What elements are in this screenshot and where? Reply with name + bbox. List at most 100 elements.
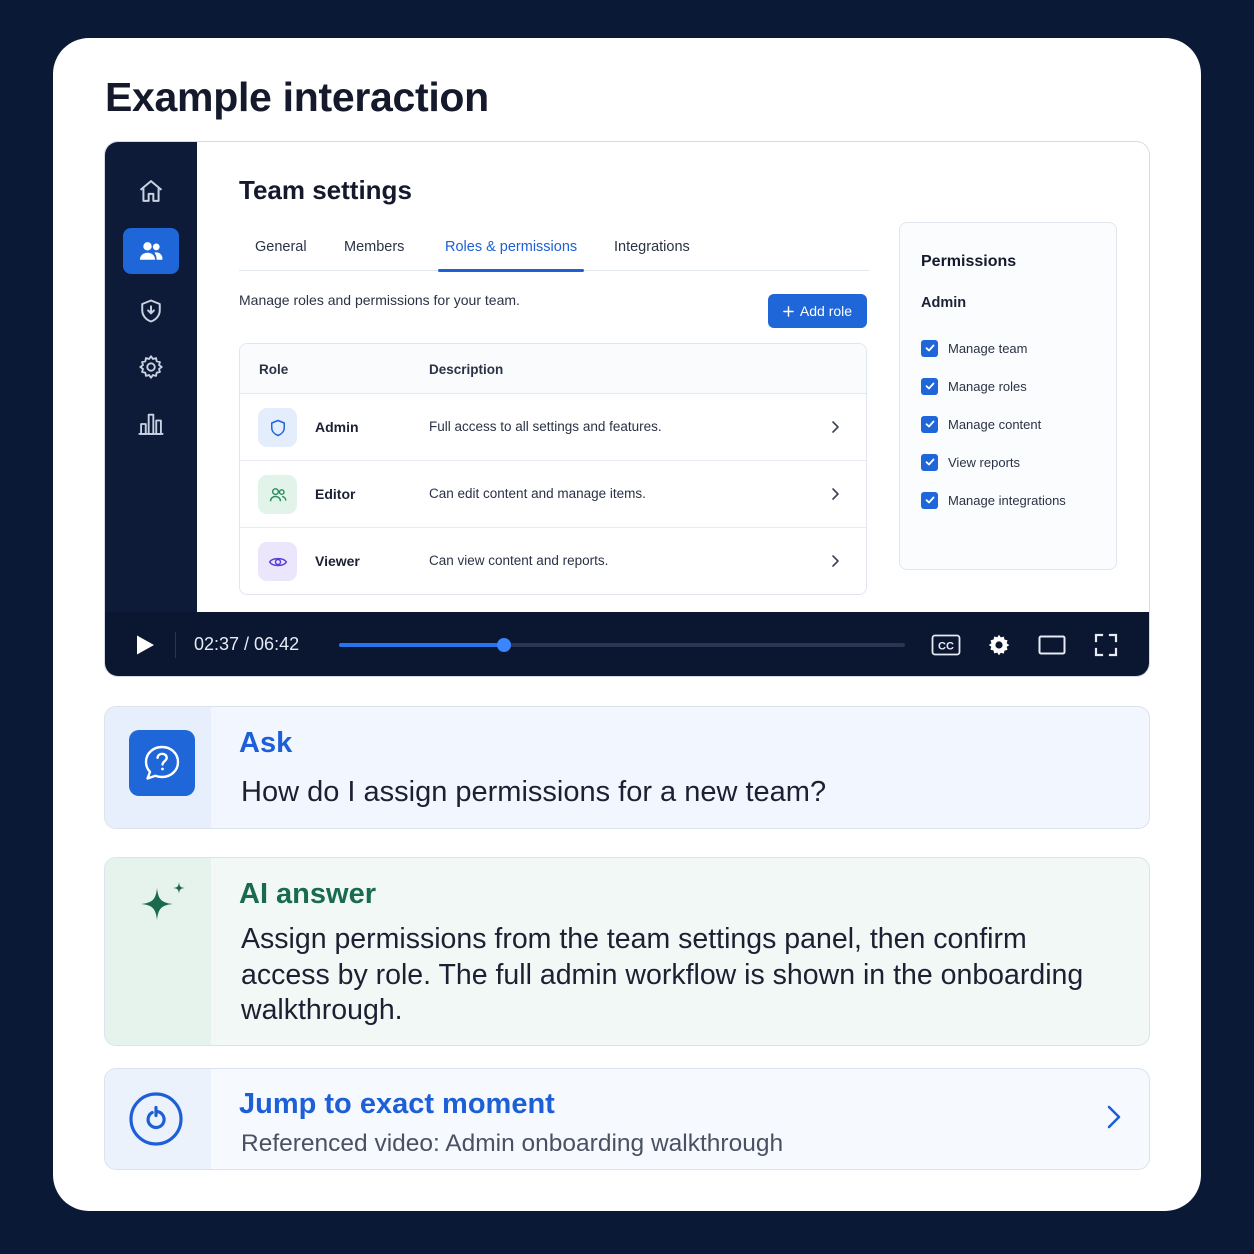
add-role-label: Add role xyxy=(799,303,853,319)
check-icon xyxy=(925,458,934,466)
tab-integrations[interactable]: Integrations xyxy=(614,239,690,255)
gear-icon xyxy=(988,634,1010,656)
sidebar-item-home[interactable] xyxy=(123,168,179,214)
role-name: Editor xyxy=(315,486,356,502)
settings-tabs: General Members Roles & permissions Inte… xyxy=(239,225,869,272)
checkbox[interactable] xyxy=(921,453,938,471)
scrubber-handle[interactable] xyxy=(496,638,511,652)
role-name: Admin xyxy=(315,419,359,435)
ai-answer-card: AI answer Assign permissions from the te… xyxy=(104,857,1150,1046)
permission-manage-content[interactable]: Manage content xyxy=(921,415,1041,433)
users-icon xyxy=(139,242,163,260)
chevron-right-icon xyxy=(832,421,839,433)
fullscreen-button[interactable] xyxy=(1091,632,1121,658)
checkbox[interactable] xyxy=(921,491,938,509)
playback-time: 02:37 / 06:42 xyxy=(194,634,300,654)
tab-members[interactable]: Members xyxy=(344,239,404,255)
table-row[interactable]: Admin Full access to all settings and fe… xyxy=(240,394,866,461)
permission-view-reports[interactable]: View reports xyxy=(921,453,1020,471)
bar-chart-icon xyxy=(138,413,164,435)
sparkle-icon xyxy=(141,882,185,920)
chevron-right-icon xyxy=(832,488,839,500)
users-icon xyxy=(269,487,286,501)
cc-label: CC xyxy=(938,641,954,653)
checkbox[interactable] xyxy=(921,339,938,357)
captions-button[interactable]: CC xyxy=(931,632,961,658)
check-icon xyxy=(925,382,934,390)
ask-card: Ask How do I assign permissions for a ne… xyxy=(104,706,1150,829)
team-settings-app: Team settings General Members Roles & pe… xyxy=(197,142,1149,612)
tab-roles-permissions[interactable]: Roles & permissions xyxy=(445,239,577,255)
tab-general[interactable]: General xyxy=(255,239,307,255)
sidebar-item-analytics[interactable] xyxy=(123,401,179,447)
sidebar-item-security[interactable] xyxy=(123,288,179,334)
permission-manage-roles[interactable]: Manage roles xyxy=(921,377,1027,395)
permission-label: Manage roles xyxy=(948,378,1027,394)
roles-table: Role Description Admin Full access to al… xyxy=(239,343,867,595)
role-icon-admin xyxy=(258,408,297,447)
ask-question: How do I assign permissions for a new te… xyxy=(241,776,827,808)
progress-bar[interactable] xyxy=(339,638,905,652)
plus-icon xyxy=(783,305,794,317)
chevron-right-icon[interactable] xyxy=(1103,1102,1125,1132)
permission-manage-integrations[interactable]: Manage integrations xyxy=(921,491,1066,509)
permission-label: Manage content xyxy=(948,416,1042,432)
app-title: Team settings xyxy=(239,175,412,205)
answer-heading: AI answer xyxy=(239,878,376,910)
permission-label: View reports xyxy=(948,454,1021,470)
app-sidebar xyxy=(105,142,197,612)
closed-captions-icon: CC xyxy=(931,634,961,656)
sidebar-item-team[interactable] xyxy=(123,228,179,274)
referenced-video: Referenced video: Admin onboarding walkt… xyxy=(241,1130,784,1157)
role-description: Full access to all settings and features… xyxy=(429,419,662,434)
role-icon-viewer xyxy=(258,542,297,581)
shield-icon xyxy=(141,299,161,323)
checkbox[interactable] xyxy=(921,415,938,433)
chevron-right-icon xyxy=(832,555,839,567)
role-icon-editor xyxy=(258,475,297,514)
permissions-role: Admin xyxy=(921,295,967,311)
permissions-panel: Permissions Admin Manage team Manage rol… xyxy=(899,222,1117,570)
fullscreen-icon xyxy=(1094,633,1118,657)
check-icon xyxy=(925,344,934,352)
settings-button[interactable] xyxy=(984,632,1014,658)
replay-timer-icon xyxy=(129,1092,183,1146)
question-bubble-icon xyxy=(129,730,195,796)
theater-mode-button[interactable] xyxy=(1037,632,1067,658)
check-icon xyxy=(925,420,934,428)
role-name: Viewer xyxy=(315,553,360,569)
permission-label: Manage team xyxy=(948,340,1028,356)
add-role-button[interactable]: Add role xyxy=(768,294,867,328)
player-controls: 02:37 / 06:42 CC xyxy=(105,612,1149,676)
shield-icon xyxy=(270,419,285,436)
page-title: Example interaction xyxy=(105,74,489,120)
theater-mode-icon xyxy=(1038,635,1066,655)
table-row[interactable]: Editor Can edit content and manage items… xyxy=(240,461,866,528)
section-description: Manage roles and permissions for your te… xyxy=(239,292,520,308)
role-description: Can view content and reports. xyxy=(429,553,609,568)
eye-icon xyxy=(268,557,287,566)
table-header: Role Description xyxy=(240,344,866,394)
example-card: Example interaction Team settings Genera… xyxy=(53,38,1201,1211)
sidebar-item-settings[interactable] xyxy=(123,344,179,390)
check-icon xyxy=(925,496,934,504)
column-header-role: Role xyxy=(259,362,289,377)
permission-manage-team[interactable]: Manage team xyxy=(921,339,1028,357)
column-header-description: Description xyxy=(429,362,504,377)
jump-heading: Jump to exact moment xyxy=(239,1088,555,1120)
home-icon xyxy=(139,180,163,202)
ask-heading: Ask xyxy=(239,727,293,759)
gear-icon xyxy=(139,355,163,379)
answer-text: Assign permissions from the team setting… xyxy=(241,923,1084,1026)
role-description: Can edit content and manage items. xyxy=(429,486,646,501)
table-row[interactable]: Viewer Can view content and reports. xyxy=(240,528,866,594)
active-tab-indicator xyxy=(438,269,584,272)
controls-divider xyxy=(175,632,176,658)
permission-label: Manage integrations xyxy=(948,492,1066,508)
checkbox[interactable] xyxy=(921,377,938,395)
permissions-title: Permissions xyxy=(921,253,1017,270)
progress-fill xyxy=(339,643,504,647)
jump-to-moment-card[interactable]: Jump to exact moment Referenced video: A… xyxy=(104,1068,1150,1170)
play-button[interactable] xyxy=(134,634,156,656)
video-player[interactable]: Team settings General Members Roles & pe… xyxy=(104,141,1150,677)
